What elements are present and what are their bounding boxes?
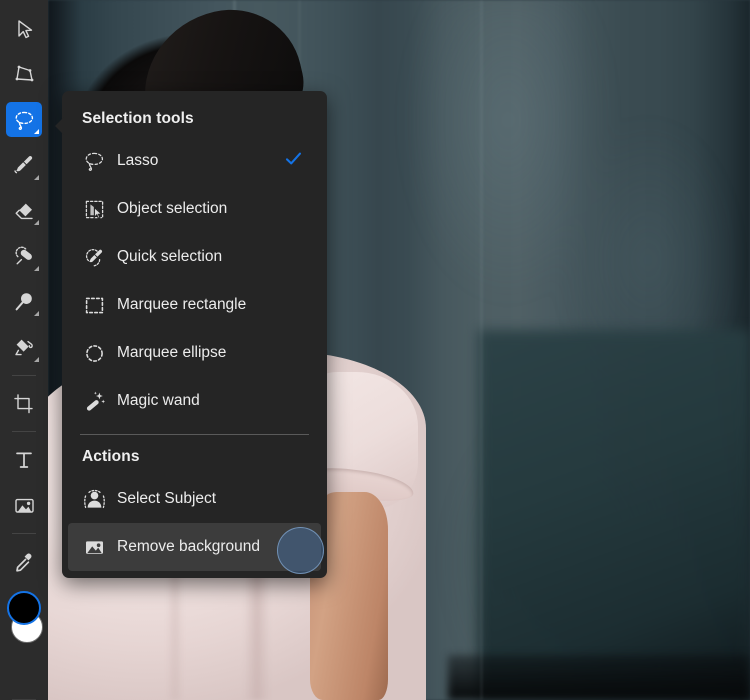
submenu-indicator	[34, 175, 39, 180]
wall-seam	[480, 0, 483, 700]
selection-tools-flyout-menu[interactable]: Selection tools Lasso Object selection	[62, 91, 327, 578]
menu-item-label: Quick selection	[117, 248, 222, 266]
paint-bucket-icon	[12, 335, 36, 359]
quick-selection-icon	[81, 244, 107, 270]
paint-bucket-tool[interactable]	[6, 329, 42, 364]
menu-pointer-arrow	[55, 117, 64, 135]
menu-item-magic-wand[interactable]: Magic wand	[68, 377, 321, 425]
text-tool[interactable]	[6, 442, 42, 477]
toolbar-divider	[12, 533, 36, 534]
menu-item-object-selection[interactable]: Object selection	[68, 185, 321, 233]
menu-item-label: Select Subject	[117, 490, 216, 508]
select-subject-icon	[81, 486, 107, 512]
menu-item-label: Lasso	[117, 152, 158, 170]
place-image-tool[interactable]	[6, 488, 42, 523]
blur-icon	[12, 290, 36, 314]
menu-item-lasso[interactable]: Lasso	[68, 137, 321, 185]
submenu-indicator	[34, 311, 39, 316]
menu-item-select-subject[interactable]: Select Subject	[68, 475, 321, 523]
swap-colors-icon	[13, 658, 35, 680]
background-wall-bottom	[448, 655, 750, 700]
menu-item-label: Magic wand	[117, 392, 200, 410]
menu-section-title-actions: Actions	[62, 435, 327, 475]
menu-section-title-selection: Selection tools	[62, 91, 327, 137]
text-t-icon	[13, 449, 35, 471]
submenu-indicator	[34, 129, 39, 134]
lasso-icon	[12, 108, 36, 132]
eyedropper-tool[interactable]	[6, 544, 42, 579]
lasso-icon	[81, 148, 107, 174]
checkmark-icon	[284, 149, 303, 173]
submenu-indicator	[34, 357, 39, 362]
remove-background-icon	[81, 534, 107, 560]
menu-item-label: Remove background	[117, 538, 260, 556]
submenu-indicator	[34, 220, 39, 225]
eraser-icon	[12, 199, 36, 223]
marquee-ellipse-icon	[81, 340, 107, 366]
toolbar-divider	[12, 375, 36, 376]
menu-item-marquee-rectangle[interactable]: Marquee rectangle	[68, 281, 321, 329]
menu-item-label: Object selection	[117, 200, 227, 218]
transform-icon	[13, 63, 35, 85]
brush-tool[interactable]	[6, 147, 42, 182]
healing-brush-icon	[12, 244, 36, 268]
toolbar-divider	[12, 431, 36, 432]
object-selection-icon	[81, 196, 107, 222]
submenu-indicator	[34, 266, 39, 271]
background-wall-lower	[478, 330, 750, 700]
menu-item-label: Marquee ellipse	[117, 344, 226, 362]
color-swatches[interactable]	[4, 591, 44, 646]
crop-tool[interactable]	[6, 386, 42, 421]
menu-item-label: Marquee rectangle	[117, 296, 246, 314]
brush-icon	[12, 153, 36, 177]
lasso-tool[interactable]	[6, 102, 42, 137]
cursor-arrow-icon	[13, 18, 35, 40]
image-icon	[13, 494, 36, 517]
eraser-tool[interactable]	[6, 193, 42, 228]
swap-colors-button[interactable]	[13, 658, 35, 685]
marquee-rectangle-icon	[81, 292, 107, 318]
blur-tool[interactable]	[6, 284, 42, 319]
click-indicator	[277, 527, 324, 574]
menu-item-quick-selection[interactable]: Quick selection	[68, 233, 321, 281]
crop-icon	[13, 393, 35, 415]
magic-wand-icon	[81, 388, 107, 414]
healing-brush-tool[interactable]	[6, 238, 42, 273]
eyedropper-icon	[13, 551, 36, 574]
foreground-color-swatch[interactable]	[7, 591, 41, 625]
move-tool[interactable]	[6, 11, 42, 46]
tools-sidebar[interactable]	[0, 0, 48, 700]
menu-item-marquee-ellipse[interactable]: Marquee ellipse	[68, 329, 321, 377]
transform-tool[interactable]	[6, 56, 42, 91]
